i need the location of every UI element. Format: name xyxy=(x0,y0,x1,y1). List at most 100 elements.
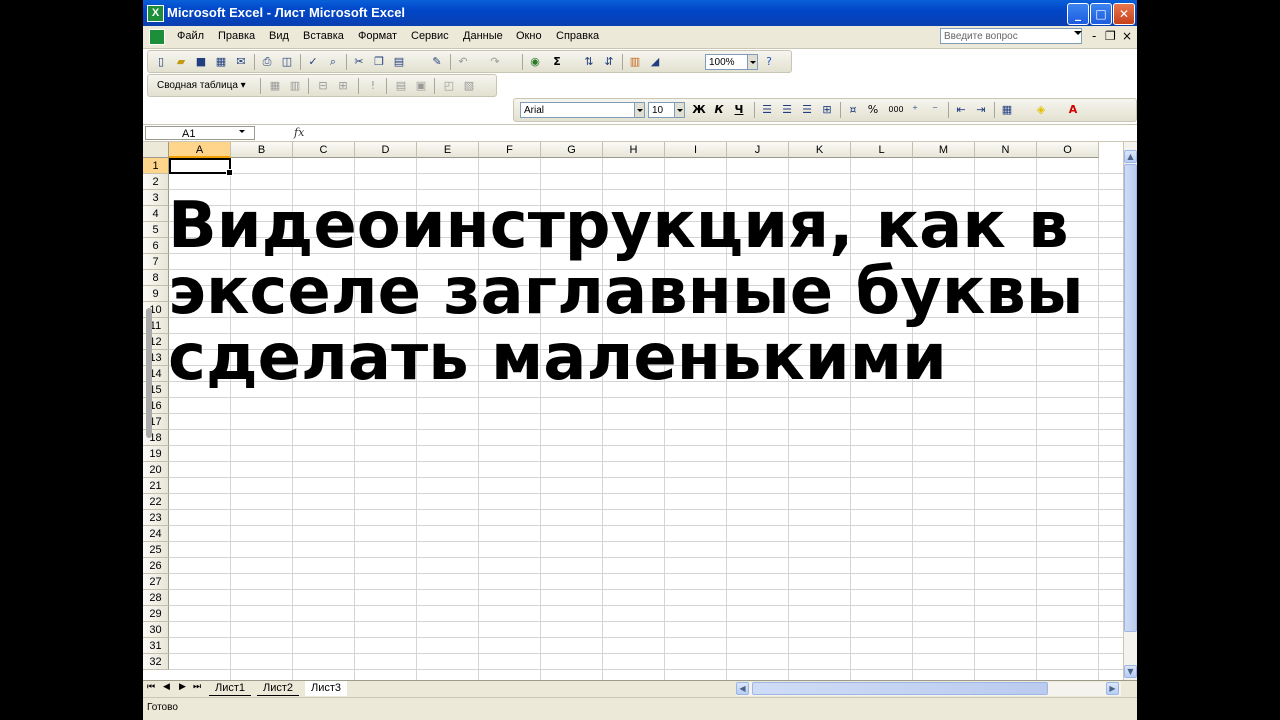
align-center-icon[interactable]: ☰ xyxy=(780,103,794,117)
insert-function-icon[interactable]: fx xyxy=(294,126,304,139)
row-header-8[interactable]: 8 xyxy=(143,270,169,286)
horizontal-scroll-thumb[interactable] xyxy=(752,682,1048,695)
fill-color-icon[interactable]: ◈ xyxy=(1034,103,1048,117)
row-header-4[interactable]: 4 xyxy=(143,206,169,222)
print-preview-icon[interactable]: ◫ xyxy=(280,55,294,69)
menu-insert[interactable]: Вставка xyxy=(303,30,344,42)
row-header-22[interactable]: 22 xyxy=(143,494,169,510)
font-color-icon[interactable]: A xyxy=(1066,103,1080,117)
autosum-icon[interactable]: Σ xyxy=(550,55,564,69)
column-header-b[interactable]: B xyxy=(231,142,293,158)
redo-icon[interactable]: ↷ xyxy=(488,55,502,69)
row-header-28[interactable]: 28 xyxy=(143,590,169,606)
row-header-30[interactable]: 30 xyxy=(143,622,169,638)
row-header-5[interactable]: 5 xyxy=(143,222,169,238)
doc-restore-button[interactable]: ❐ xyxy=(1105,29,1116,43)
menu-format[interactable]: Формат xyxy=(358,30,397,42)
row-header-26[interactable]: 26 xyxy=(143,558,169,574)
sheet-tab-3[interactable]: Лист3 xyxy=(305,681,348,696)
splitter-handle[interactable] xyxy=(146,308,152,438)
paste-icon[interactable]: ▤ xyxy=(392,55,406,69)
menu-edit[interactable]: Правка xyxy=(218,30,255,42)
research-icon[interactable]: ⌕ xyxy=(326,55,340,69)
permission-icon[interactable]: ▦ xyxy=(214,55,228,69)
row-header-32[interactable]: 32 xyxy=(143,654,169,670)
scroll-right-icon[interactable]: ▶ xyxy=(1106,682,1119,695)
row-header-27[interactable]: 27 xyxy=(143,574,169,590)
column-header-e[interactable]: E xyxy=(417,142,479,158)
row-header-23[interactable]: 23 xyxy=(143,510,169,526)
row-header-6[interactable]: 6 xyxy=(143,238,169,254)
currency-icon[interactable]: ¤ xyxy=(846,103,860,117)
help-icon[interactable]: ? xyxy=(762,55,776,69)
percent-button[interactable]: % xyxy=(866,103,880,117)
pivot-table-menu[interactable]: Сводная таблица ▾ xyxy=(157,80,246,91)
cut-icon[interactable]: ✂ xyxy=(352,55,366,69)
borders-icon[interactable]: ▦ xyxy=(1000,103,1014,117)
row-header-24[interactable]: 24 xyxy=(143,526,169,542)
row-header-29[interactable]: 29 xyxy=(143,606,169,622)
row-header-25[interactable]: 25 xyxy=(143,542,169,558)
row-header-31[interactable]: 31 xyxy=(143,638,169,654)
vertical-scrollbar[interactable]: ▲ ▼ xyxy=(1123,142,1137,680)
thousands-button[interactable]: 000 xyxy=(886,103,906,117)
menu-window[interactable]: Окно xyxy=(516,30,542,42)
first-sheet-icon[interactable]: ⏮ xyxy=(147,682,155,692)
sort-descending-icon[interactable]: ⇵ xyxy=(602,55,616,69)
font-name-dropdown[interactable] xyxy=(634,102,645,118)
undo-icon[interactable]: ↶ xyxy=(456,55,470,69)
column-header-d[interactable]: D xyxy=(355,142,417,158)
align-left-icon[interactable]: ☰ xyxy=(760,103,774,117)
zoom-dropdown[interactable] xyxy=(747,54,758,70)
chart-wizard-icon[interactable]: ▥ xyxy=(628,55,642,69)
excel-icon[interactable]: X xyxy=(147,5,164,22)
column-header-k[interactable]: K xyxy=(789,142,851,158)
italic-button[interactable]: К xyxy=(712,103,726,117)
column-header-c[interactable]: C xyxy=(293,142,355,158)
print-icon[interactable]: ⎙ xyxy=(260,55,274,69)
merge-center-icon[interactable]: ⊞ xyxy=(820,103,834,117)
increase-decimal-icon[interactable]: ⁺ xyxy=(908,103,922,117)
font-size-dropdown[interactable] xyxy=(674,102,685,118)
horizontal-scrollbar[interactable]: ◀ ▶ xyxy=(736,682,1121,696)
select-all-corner[interactable] xyxy=(143,142,169,158)
column-header-h[interactable]: H xyxy=(603,142,665,158)
row-header-2[interactable]: 2 xyxy=(143,174,169,190)
row-header-9[interactable]: 9 xyxy=(143,286,169,302)
menu-help[interactable]: Справка xyxy=(556,30,599,42)
email-icon[interactable]: ✉ xyxy=(234,55,248,69)
column-header-a[interactable]: A xyxy=(169,142,231,158)
open-icon[interactable]: ▰ xyxy=(174,55,188,69)
next-sheet-icon[interactable]: ▶ xyxy=(179,682,186,692)
sheet-tab-1[interactable]: Лист1 xyxy=(209,681,252,696)
close-button[interactable]: ✕ xyxy=(1113,3,1135,25)
active-cell[interactable] xyxy=(169,158,233,176)
prev-sheet-icon[interactable]: ◀ xyxy=(163,682,170,692)
scroll-up-icon[interactable]: ▲ xyxy=(1124,150,1137,163)
sheet-tab-2[interactable]: Лист2 xyxy=(257,681,300,696)
chevron-down-icon[interactable] xyxy=(1074,31,1082,35)
format-painter-icon[interactable]: ✎ xyxy=(430,55,444,69)
save-icon[interactable]: ■ xyxy=(194,55,208,69)
menu-tools[interactable]: Сервис xyxy=(411,30,449,42)
column-header-j[interactable]: J xyxy=(727,142,789,158)
column-header-g[interactable]: G xyxy=(541,142,603,158)
column-header-l[interactable]: L xyxy=(851,142,913,158)
align-right-icon[interactable]: ☰ xyxy=(800,103,814,117)
new-icon[interactable]: ▯ xyxy=(154,55,168,69)
row-header-20[interactable]: 20 xyxy=(143,462,169,478)
row-header-7[interactable]: 7 xyxy=(143,254,169,270)
menu-file[interactable]: Файл xyxy=(177,30,204,42)
minimize-button[interactable]: _ xyxy=(1067,3,1089,25)
maximize-button[interactable]: □ xyxy=(1090,3,1112,25)
scroll-left-icon[interactable]: ◀ xyxy=(736,682,749,695)
column-header-o[interactable]: O xyxy=(1037,142,1099,158)
spelling-icon[interactable]: ✓ xyxy=(306,55,320,69)
doc-close-button[interactable]: × xyxy=(1122,29,1132,43)
sort-ascending-icon[interactable]: ⇅ xyxy=(582,55,596,69)
drawing-icon[interactable]: ◢ xyxy=(648,55,662,69)
copy-icon[interactable]: ❐ xyxy=(372,55,386,69)
row-header-3[interactable]: 3 xyxy=(143,190,169,206)
name-box-dropdown[interactable] xyxy=(237,124,248,140)
bold-button[interactable]: Ж xyxy=(692,103,706,117)
